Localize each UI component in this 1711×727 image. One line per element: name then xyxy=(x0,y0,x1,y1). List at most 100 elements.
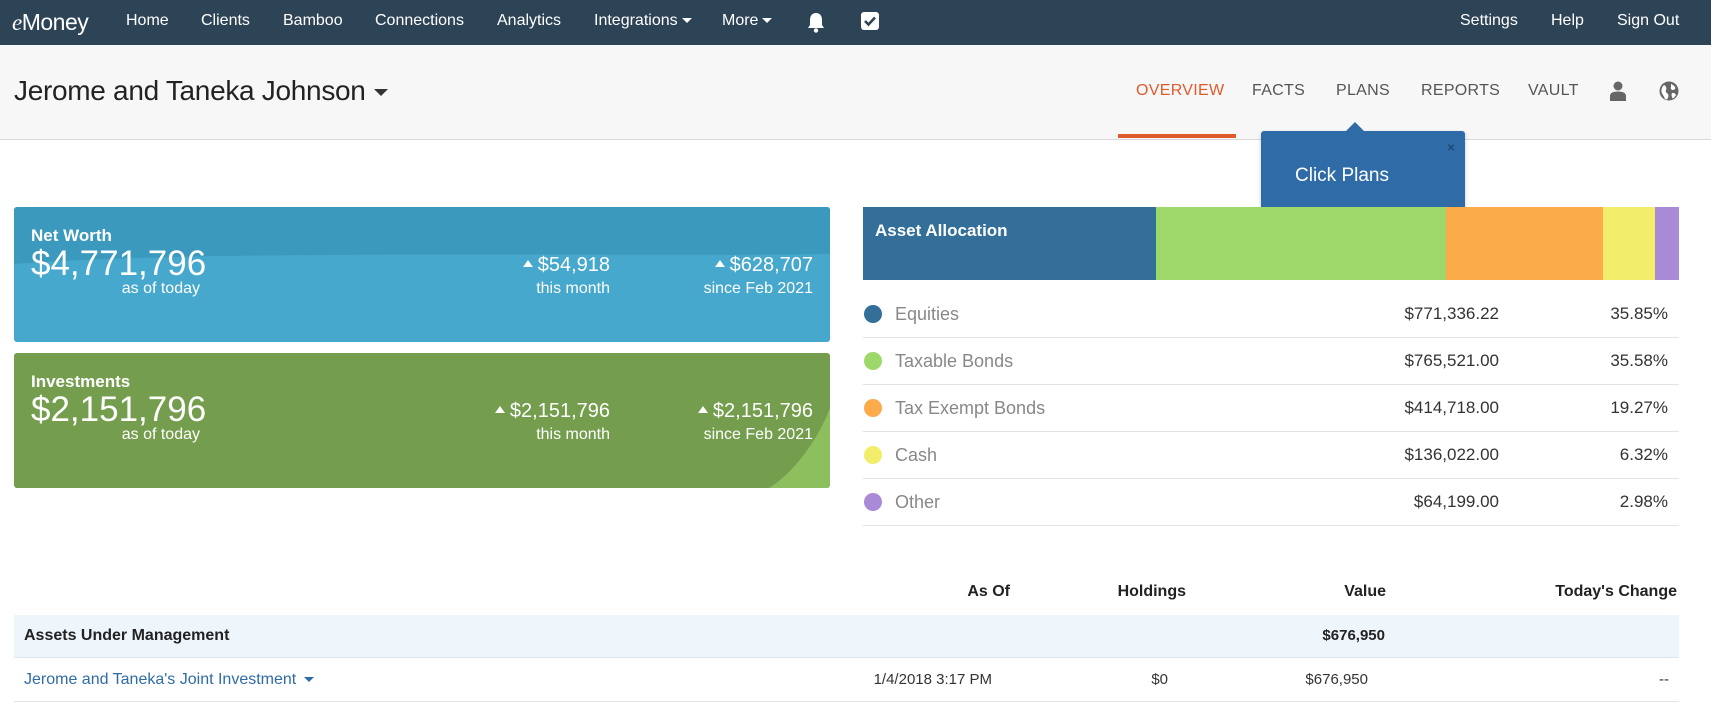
allocation-name: Taxable Bonds xyxy=(895,351,1014,371)
net-worth-month-change-value: $54,918 xyxy=(537,254,610,276)
nav-integrations[interactable]: Integrations xyxy=(594,12,692,30)
investments-title: Investments xyxy=(31,372,131,391)
list-item[interactable]: Equities $771,336.22 35.85% xyxy=(863,291,1679,338)
investments-card[interactable]: Investments $2,151,796 as of today $2,15… xyxy=(14,353,830,488)
allocation-amount: $771,336.22 xyxy=(1404,304,1499,323)
investments-month-change-value: $2,151,796 xyxy=(509,400,610,422)
nav-sign-out[interactable]: Sign Out xyxy=(1617,12,1679,30)
emoney-logo[interactable]: eMoney xyxy=(12,9,89,36)
allocation-amount: $765,521.00 xyxy=(1404,351,1499,370)
net-worth-since-change: $628,707 xyxy=(714,254,813,277)
tab-overview[interactable]: OVERVIEW xyxy=(1136,82,1224,100)
account-as-of: 1/4/2018 3:17 PM xyxy=(873,671,992,688)
tab-plans[interactable]: PLANS xyxy=(1336,82,1390,100)
list-item[interactable]: Cash $136,022.00 6.32% xyxy=(863,432,1679,479)
column-header-as-of: As Of xyxy=(967,583,1010,600)
nav-analytics[interactable]: Analytics xyxy=(497,12,561,30)
bell-icon[interactable] xyxy=(806,11,826,33)
nav-more-label: More xyxy=(722,12,759,29)
nav-connections[interactable]: Connections xyxy=(375,12,464,30)
allocation-percent: 6.32% xyxy=(1619,445,1668,464)
allocation-name: Other xyxy=(895,492,941,512)
allocation-segment-equities[interactable] xyxy=(863,207,1156,280)
aum-label: Assets Under Management xyxy=(24,627,230,644)
nav-more[interactable]: More xyxy=(722,12,773,30)
chevron-down-icon xyxy=(681,18,692,24)
allocation-amount: $64,199.00 xyxy=(1413,492,1499,511)
list-item[interactable]: Other $64,199.00 2.98% xyxy=(863,479,1679,526)
allocation-segment-tax-exempt-bonds[interactable] xyxy=(1445,207,1604,280)
tooltip-text: Click Plans xyxy=(1295,165,1389,186)
net-worth-card[interactable]: Net Worth $4,771,796 as of today $54,918… xyxy=(14,207,830,342)
account-name: Jerome and Taneka's Joint Investment xyxy=(24,671,297,688)
allocation-percent: 35.58% xyxy=(1610,351,1668,370)
legend-dot-icon xyxy=(864,493,882,511)
allocation-name: Cash xyxy=(895,445,938,465)
tab-reports[interactable]: REPORTS xyxy=(1421,82,1500,100)
account-todays-change: -- xyxy=(1659,671,1669,688)
investments-value-caption: as of today xyxy=(121,426,200,443)
arrow-up-icon xyxy=(714,260,725,268)
list-item[interactable]: Tax Exempt Bonds $414,718.00 19.27% xyxy=(863,385,1679,432)
allocation-percent: 2.98% xyxy=(1619,492,1668,511)
chevron-down-icon xyxy=(373,89,388,97)
account-name-dropdown[interactable]: Jerome and Taneka's Joint Investment xyxy=(24,671,315,689)
legend-dot-icon xyxy=(864,352,882,370)
nav-home[interactable]: Home xyxy=(126,12,169,30)
allocation-segment-other[interactable] xyxy=(1654,207,1679,280)
tasks-checkbox-icon[interactable] xyxy=(861,12,879,30)
net-worth-since-caption: since Feb 2021 xyxy=(703,280,813,297)
net-worth-month-change: $54,918 xyxy=(522,254,610,277)
allocation-percent: 35.85% xyxy=(1610,304,1668,323)
client-name: Jerome and Taneka Johnson xyxy=(14,75,366,106)
globe-icon[interactable] xyxy=(1659,81,1679,101)
allocation-name: Tax Exempt Bonds xyxy=(895,398,1046,418)
nav-bamboo[interactable]: Bamboo xyxy=(283,12,343,30)
column-header-holdings: Holdings xyxy=(1117,583,1186,600)
legend-dot-icon xyxy=(864,399,882,417)
table-row[interactable]: Jerome and Taneka's Joint Investment 1/4… xyxy=(14,658,1679,702)
arrow-up-icon xyxy=(522,260,533,268)
investments-month-caption: this month xyxy=(536,426,610,443)
nav-settings[interactable]: Settings xyxy=(1460,12,1518,30)
account-value: $676,950 xyxy=(1305,671,1368,688)
list-item[interactable]: Taxable Bonds $765,521.00 35.58% xyxy=(863,338,1679,385)
aum-value: $676,950 xyxy=(1322,627,1385,644)
net-worth-value: $4,771,796 xyxy=(31,244,207,283)
active-tab-indicator xyxy=(1118,134,1236,138)
arrow-up-icon xyxy=(697,406,708,414)
nav-integrations-label: Integrations xyxy=(594,12,678,29)
legend-dot-icon xyxy=(864,446,882,464)
tab-facts[interactable]: FACTS xyxy=(1252,82,1305,100)
allocation-name: Equities xyxy=(895,304,960,324)
legend-dot-icon xyxy=(864,305,882,323)
allocation-segment-cash[interactable] xyxy=(1603,207,1655,280)
net-worth-value-caption: as of today xyxy=(121,280,200,297)
investments-since-change-value: $2,151,796 xyxy=(712,400,813,422)
nav-help[interactable]: Help xyxy=(1551,12,1584,30)
allocation-segment-taxable-bonds[interactable] xyxy=(1155,207,1446,280)
allocation-amount: $136,022.00 xyxy=(1404,445,1499,464)
investments-since-caption: since Feb 2021 xyxy=(703,426,813,443)
investments-value: $2,151,796 xyxy=(31,390,207,429)
asset-allocation-bar[interactable] xyxy=(863,207,1679,280)
arrow-up-icon xyxy=(494,406,505,414)
net-worth-month-caption: this month xyxy=(536,280,610,297)
nav-clients[interactable]: Clients xyxy=(201,12,250,30)
investments-month-change: $2,151,796 xyxy=(494,400,610,423)
account-holdings: $0 xyxy=(1151,671,1168,688)
client-name-dropdown[interactable]: Jerome and Taneka Johnson xyxy=(14,75,388,107)
allocation-percent: 19.27% xyxy=(1610,398,1668,417)
top-navigation: eMoney Home Clients Bamboo Connections A… xyxy=(0,0,1711,45)
investments-since-change: $2,151,796 xyxy=(697,400,813,423)
net-worth-title: Net Worth xyxy=(31,226,112,245)
tab-vault[interactable]: VAULT xyxy=(1528,82,1579,100)
close-icon[interactable]: × xyxy=(1447,139,1455,155)
net-worth-since-change-value: $628,707 xyxy=(729,254,813,276)
asset-allocation-title: Asset Allocation xyxy=(875,221,1008,240)
person-icon[interactable] xyxy=(1609,81,1627,101)
aum-summary-row: Assets Under Management $676,950 xyxy=(14,615,1679,658)
allocation-amount: $414,718.00 xyxy=(1404,398,1499,417)
column-header-value: Value xyxy=(1344,583,1386,600)
chevron-down-icon xyxy=(304,677,315,683)
